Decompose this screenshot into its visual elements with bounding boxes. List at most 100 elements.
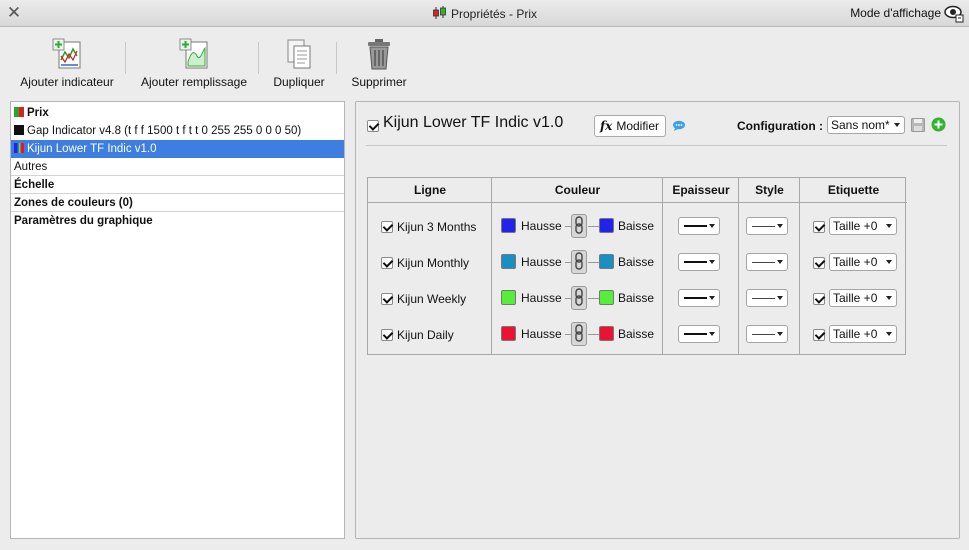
line-name: Kijun Weekly xyxy=(381,292,466,306)
table-row: Kijun Weekly Hausse Baisse Taille +0 xyxy=(368,280,907,316)
label-size-select[interactable]: Taille +0 xyxy=(829,253,897,271)
line-visible-checkbox[interactable] xyxy=(381,329,393,341)
style-select[interactable] xyxy=(746,289,788,307)
down-color-swatch[interactable] xyxy=(599,290,614,305)
down-label: Baisse xyxy=(618,327,655,341)
line-visible-checkbox[interactable] xyxy=(381,257,393,269)
add-fill-button[interactable]: Ajouter remplissage xyxy=(138,38,250,89)
label-visible-checkbox[interactable] xyxy=(813,220,825,234)
label-size-select[interactable]: Taille +0 xyxy=(829,289,897,307)
chevron-down-icon xyxy=(777,296,783,300)
header-color: Couleur xyxy=(492,178,663,203)
indicator-panel: Kijun Lower TF Indic v1.0 fx Modifier Con… xyxy=(355,101,960,539)
chevron-down-icon xyxy=(709,296,715,300)
line-visible-checkbox[interactable] xyxy=(381,293,393,305)
title-bar: ✕ Propriétés - Prix Mode d'affichage xyxy=(0,0,969,27)
down-color-swatch[interactable] xyxy=(599,218,614,233)
link-colors-button[interactable] xyxy=(571,286,587,310)
down-label: Baisse xyxy=(618,219,655,233)
line-name: Kijun Daily xyxy=(381,328,454,342)
chain-link-icon xyxy=(575,324,583,342)
candlestick-icon xyxy=(432,6,448,23)
link-colors-button[interactable] xyxy=(571,250,587,274)
tree-item-others[interactable]: Autres xyxy=(11,158,344,176)
chevron-down-icon xyxy=(777,224,783,228)
label-size-select[interactable]: Taille +0 xyxy=(829,217,897,235)
chevron-down-icon xyxy=(886,260,892,264)
header-thickness: Epaisseur xyxy=(663,178,739,203)
style-preview xyxy=(752,298,775,299)
eye-icon[interactable] xyxy=(944,3,964,26)
style-select[interactable] xyxy=(746,325,788,343)
add-indicator-button[interactable]: Ajouter indicateur xyxy=(18,38,116,89)
tree-item-kijun[interactable]: Kijun Lower TF Indic v1.0 xyxy=(11,140,344,158)
tree-item-gap-indicator[interactable]: Gap Indicator v4.8 (t f f 1500 t f t t 0… xyxy=(11,122,344,140)
up-color-swatch[interactable] xyxy=(501,254,516,269)
tree-item-color-zones[interactable]: Zones de couleurs (0) xyxy=(11,194,344,212)
thickness-select[interactable] xyxy=(678,289,720,307)
link-colors-button[interactable] xyxy=(571,322,587,346)
chevron-down-icon xyxy=(886,296,892,300)
chevron-down-icon xyxy=(709,332,715,336)
delete-button[interactable]: Supprimer xyxy=(348,38,410,89)
save-icon[interactable] xyxy=(911,118,925,135)
up-color-swatch[interactable] xyxy=(501,290,516,305)
chain-link-icon xyxy=(575,252,583,270)
label-visible-checkbox[interactable] xyxy=(813,256,825,270)
price-swatch-icon xyxy=(14,107,24,117)
add-fill-icon xyxy=(138,38,250,73)
line-name: Kijun 3 Months xyxy=(381,220,476,234)
down-color-swatch[interactable] xyxy=(599,254,614,269)
table-row: Kijun 3 Months Hausse Baisse Taille +0 xyxy=(368,208,907,244)
header-line: Ligne xyxy=(368,178,492,203)
up-label: Hausse xyxy=(521,291,562,305)
gap-swatch-icon xyxy=(14,125,24,135)
delete-label: Supprimer xyxy=(351,75,407,89)
style-preview xyxy=(752,262,775,263)
tree-item-scale[interactable]: Échelle xyxy=(11,176,344,194)
style-preview xyxy=(752,334,775,335)
up-color-swatch[interactable] xyxy=(501,326,516,341)
add-fill-label: Ajouter remplissage xyxy=(140,75,248,89)
style-select[interactable] xyxy=(746,253,788,271)
label-visible-checkbox[interactable] xyxy=(813,328,825,342)
thickness-preview xyxy=(684,333,707,335)
comment-bubble-icon[interactable] xyxy=(672,120,686,135)
duplicate-icon xyxy=(270,38,328,73)
kijun-swatch-icon xyxy=(14,143,24,153)
thickness-preview xyxy=(684,225,707,227)
toolbar-separator xyxy=(258,42,259,74)
thickness-select[interactable] xyxy=(678,217,720,235)
up-color-swatch[interactable] xyxy=(501,218,516,233)
style-select[interactable] xyxy=(746,217,788,235)
chevron-down-icon xyxy=(777,332,783,336)
toolbar: Ajouter indicateur Ajouter remplissage D… xyxy=(0,28,969,94)
add-configuration-icon[interactable] xyxy=(931,117,946,135)
down-label: Baisse xyxy=(618,255,655,269)
tree-item-price[interactable]: Prix xyxy=(11,104,344,122)
lines-table: Ligne Couleur Epaisseur Style Etiquette … xyxy=(367,177,907,355)
up-label: Hausse xyxy=(521,219,562,233)
indicator-enabled-checkbox[interactable] xyxy=(367,120,379,132)
duplicate-button[interactable]: Dupliquer xyxy=(270,38,328,89)
toolbar-separator xyxy=(336,42,337,74)
add-indicator-icon xyxy=(18,38,116,73)
label-size-select[interactable]: Taille +0 xyxy=(829,325,897,343)
tree-item-chart-settings[interactable]: Paramètres du graphique xyxy=(11,212,344,230)
view-mode-label[interactable]: Mode d'affichage xyxy=(850,6,941,20)
line-visible-checkbox[interactable] xyxy=(381,221,393,233)
configuration-select[interactable]: Sans nom* xyxy=(827,116,905,134)
link-connector xyxy=(588,226,599,227)
link-colors-button[interactable] xyxy=(571,214,587,238)
indicator-title: Kijun Lower TF Indic v1.0 xyxy=(383,114,564,131)
thickness-select[interactable] xyxy=(678,325,720,343)
style-preview xyxy=(752,226,775,227)
table-row: Kijun Daily Hausse Baisse Taille +0 xyxy=(368,316,907,352)
toolbar-separator xyxy=(125,42,126,74)
modify-button[interactable]: fx Modifier xyxy=(594,115,666,137)
down-color-swatch[interactable] xyxy=(599,326,614,341)
fx-icon: fx xyxy=(600,119,613,133)
label-visible-checkbox[interactable] xyxy=(813,292,825,306)
add-indicator-label: Ajouter indicateur xyxy=(20,75,114,89)
thickness-select[interactable] xyxy=(678,253,720,271)
